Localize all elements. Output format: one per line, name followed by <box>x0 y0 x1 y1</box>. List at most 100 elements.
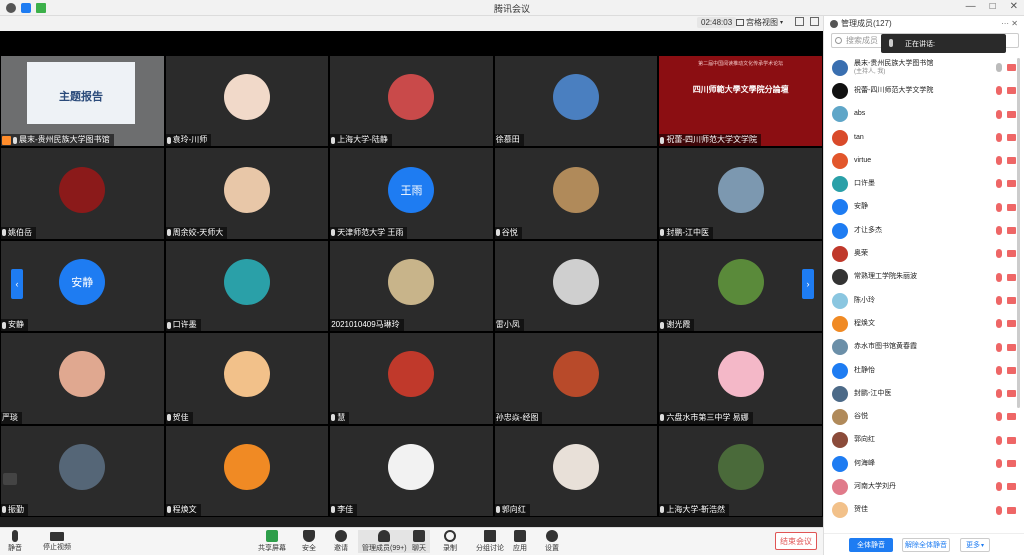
member-row[interactable]: 何海峰 <box>824 452 1024 475</box>
participant-tile[interactable]: 孙忠焱-经图 <box>494 333 658 424</box>
member-row[interactable]: 河南大学刘丹 <box>824 475 1024 498</box>
microphone-icon[interactable] <box>996 482 1002 492</box>
member-row[interactable]: 陈小玲 <box>824 289 1024 312</box>
camera-icon[interactable] <box>1007 296 1016 304</box>
member-row[interactable]: 杜静怡 <box>824 359 1024 382</box>
camera-icon[interactable] <box>1007 366 1016 374</box>
camera-icon[interactable] <box>1007 413 1016 421</box>
share-screen-button[interactable]: 共享屏幕 <box>258 530 286 553</box>
camera-icon[interactable] <box>1007 273 1016 281</box>
breakout-button[interactable]: 分组讨论 <box>476 530 504 553</box>
panel-more-icon[interactable]: ··· ✕ <box>1001 19 1018 28</box>
participant-tile[interactable]: 上海大学-陆静 <box>330 56 493 147</box>
participant-tile[interactable]: 慧 <box>330 333 493 424</box>
camera-icon[interactable] <box>1007 320 1016 328</box>
microphone-icon[interactable] <box>996 365 1002 375</box>
sidebar-toggle-icon[interactable] <box>810 17 819 26</box>
microphone-icon[interactable] <box>996 249 1002 259</box>
microphone-icon[interactable] <box>996 109 1002 119</box>
microphone-icon[interactable] <box>996 295 1002 305</box>
microphone-icon[interactable] <box>996 459 1002 469</box>
camera-icon[interactable] <box>1007 390 1016 398</box>
end-meeting-button[interactable]: 结束会议 <box>775 532 817 550</box>
participant-tile[interactable]: 封鹏-江中医 <box>659 148 822 239</box>
record-button[interactable]: 录制 <box>443 530 457 553</box>
member-row[interactable]: 程焕文 <box>824 312 1024 335</box>
minimize-icon[interactable]: — <box>966 1 976 12</box>
participant-tile[interactable]: 上海大学-靳浩然 <box>659 425 822 516</box>
camera-icon[interactable] <box>1007 87 1016 95</box>
security-button[interactable]: 安全 <box>302 530 316 553</box>
microphone-icon[interactable] <box>996 132 1002 142</box>
participant-tile[interactable]: 李佳 <box>330 425 493 516</box>
participant-tile[interactable]: 主题报告 晨末-贵州民族大学图书馆 <box>1 56 164 147</box>
participant-tile[interactable]: 贺佳 <box>165 333 329 424</box>
camera-icon[interactable] <box>1007 180 1016 188</box>
microphone-icon[interactable] <box>996 156 1002 166</box>
member-row[interactable]: 祝蕾-四川师范大学文学院 <box>824 79 1024 102</box>
microphone-icon[interactable] <box>996 505 1002 515</box>
camera-icon[interactable] <box>1007 64 1016 71</box>
member-row[interactable]: virtue <box>824 149 1024 172</box>
participant-tile[interactable]: 雷小凤 <box>494 240 658 332</box>
stop-video-button[interactable]: 停止视频 <box>43 530 71 552</box>
prev-page-button[interactable]: ‹ <box>11 269 23 299</box>
microphone-icon[interactable] <box>996 272 1002 282</box>
member-row[interactable]: 晨末-贵州民族大学图书馆 (主持人, 我) <box>824 56 1024 79</box>
member-row[interactable]: 常熟理工学院朱丽波 <box>824 266 1024 289</box>
camera-icon[interactable] <box>1007 483 1016 491</box>
member-row[interactable]: tan <box>824 126 1024 149</box>
camera-icon[interactable] <box>1007 460 1016 468</box>
member-row[interactable]: 安静 <box>824 196 1024 219</box>
participant-tile[interactable]: 严琰 <box>1 333 164 424</box>
member-row[interactable]: 口许墨 <box>824 172 1024 195</box>
invite-button[interactable]: 邀请 <box>334 530 348 553</box>
participant-tile[interactable]: 周余姣-天师大 <box>165 148 329 239</box>
camera-icon[interactable] <box>1007 203 1016 211</box>
participant-tile[interactable]: 六盘水市第三中学 易娜 <box>659 333 822 424</box>
participant-tile[interactable]: 谢光霞 <box>659 240 822 332</box>
microphone-icon[interactable] <box>996 435 1002 445</box>
member-row[interactable]: 贺佳 <box>824 499 1024 522</box>
participant-tile[interactable]: 王雨 天津师范大学 王雨 <box>330 148 493 239</box>
manage-members-button[interactable]: 管理成员(99+) <box>358 530 411 553</box>
microphone-icon[interactable] <box>996 202 1002 212</box>
camera-icon[interactable] <box>1007 250 1016 258</box>
fullscreen-icon[interactable] <box>795 17 804 26</box>
more-button[interactable]: 更多 ▾ <box>960 538 990 552</box>
microphone-icon[interactable] <box>996 86 1002 96</box>
participant-tile[interactable]: 安静 安静 <box>1 240 164 332</box>
member-row[interactable]: 谷悦 <box>824 405 1024 428</box>
mute-button[interactable]: 静音 <box>8 530 22 553</box>
member-row[interactable]: 封鹏-江中医 <box>824 382 1024 405</box>
microphone-icon[interactable] <box>996 63 1002 72</box>
maximize-icon[interactable]: □ <box>990 1 996 12</box>
apps-button[interactable]: 应用 <box>513 530 527 553</box>
microphone-icon[interactable] <box>996 179 1002 189</box>
camera-icon[interactable] <box>1007 343 1016 351</box>
member-row[interactable]: 才让多杰 <box>824 219 1024 242</box>
microphone-icon[interactable] <box>996 226 1002 236</box>
unmute-all-button[interactable]: 解除全体静音 <box>902 538 950 552</box>
camera-icon[interactable] <box>1007 506 1016 514</box>
participant-tile[interactable]: 2021010409马琳玲 <box>330 240 493 332</box>
microphone-icon[interactable] <box>996 342 1002 352</box>
member-row[interactable]: 赤水市图书馆黄春霞 <box>824 336 1024 359</box>
member-list-scrollbar[interactable] <box>1017 58 1020 408</box>
member-row[interactable]: 奥荣 <box>824 242 1024 265</box>
view-selector[interactable]: 宫格视图 ▾ <box>736 17 783 28</box>
mute-all-button[interactable]: 全体静音 <box>849 538 893 552</box>
camera-icon[interactable] <box>1007 227 1016 235</box>
participant-tile[interactable]: 程焕文 <box>165 425 329 516</box>
participant-tile[interactable]: 口许墨 <box>165 240 329 332</box>
layout-icon[interactable] <box>3 473 17 485</box>
participant-tile[interactable]: 谷悦 <box>494 148 658 239</box>
participant-tile[interactable]: 姚伯岳 <box>1 148 164 239</box>
participant-tile[interactable]: 郭向红 <box>494 425 658 516</box>
microphone-icon[interactable] <box>996 412 1002 422</box>
next-page-button[interactable]: › <box>802 269 814 299</box>
camera-icon[interactable] <box>1007 110 1016 118</box>
participant-tile[interactable]: 振勤 <box>1 425 164 516</box>
member-row[interactable]: 郭向红 <box>824 429 1024 452</box>
camera-icon[interactable] <box>1007 157 1016 165</box>
